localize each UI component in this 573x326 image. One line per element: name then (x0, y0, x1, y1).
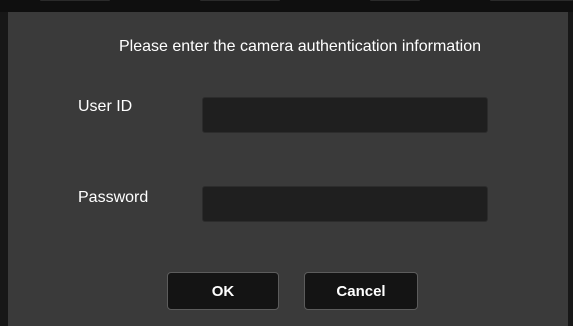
user-id-label: User ID (78, 98, 133, 115)
dialog-prompt: Please enter the camera authentication i… (119, 38, 481, 55)
background-window-strip (0, 0, 573, 12)
obscured-header-text (490, 0, 573, 1)
user-id-input[interactable] (202, 97, 488, 133)
password-input[interactable] (202, 186, 488, 222)
obscured-header-text (370, 0, 420, 1)
obscured-header-text (40, 0, 110, 1)
camera-authentication-dialog: Please enter the camera authentication i… (8, 12, 568, 326)
obscured-header-text (200, 0, 280, 1)
password-label: Password (78, 189, 149, 206)
ok-button[interactable]: OK (167, 272, 279, 310)
cancel-button[interactable]: Cancel (304, 272, 418, 310)
